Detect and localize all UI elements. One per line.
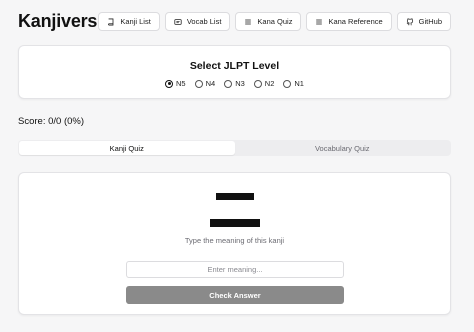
kana-reference-label: Kana Reference <box>328 17 383 26</box>
radio-option-n2[interactable]: N2 <box>253 79 275 88</box>
radio-label-n3: N3 <box>235 79 245 88</box>
quiz-tabs: Kanji Quiz Vocabulary Quiz <box>18 140 451 156</box>
kana-quiz-button[interactable]: Kana Quiz <box>235 12 302 31</box>
radio-label-n5: N5 <box>176 79 186 88</box>
radio-button-n2[interactable] <box>253 79 262 88</box>
jlpt-level-radio-group: N5 N4 N3 N2 N1 <box>19 79 450 88</box>
list-icon <box>315 18 323 26</box>
radio-button-n5[interactable] <box>165 79 174 88</box>
vocab-list-label: Vocab List <box>186 17 222 26</box>
book-icon <box>107 18 115 26</box>
github-icon <box>406 17 414 26</box>
brand-title: Kanjiverse <box>18 11 108 31</box>
kanji-list-label: Kanji List <box>120 17 151 26</box>
kana-reference-button[interactable]: Kana Reference <box>306 12 392 31</box>
radio-button-n1[interactable] <box>283 79 292 88</box>
github-label: GitHub <box>418 17 442 26</box>
kana-quiz-label: Kana Quiz <box>257 17 293 26</box>
kanji-stroke-bottom <box>209 219 260 227</box>
meaning-input[interactable] <box>126 261 344 278</box>
radio-option-n5[interactable]: N5 <box>165 79 186 88</box>
kanji-character: 二 <box>209 185 260 235</box>
vocab-card-icon <box>174 18 182 26</box>
radio-label-n1: N1 <box>294 79 304 88</box>
jlpt-level-card: Select JLPT Level N5 N4 N3 N2 N1 <box>18 45 451 99</box>
score-display: Score: 0/0 (0%) <box>18 116 84 127</box>
level-card-title: Select JLPT Level <box>189 60 280 72</box>
list-icon <box>244 18 252 26</box>
quiz-card: 二 Type the meaning of this kanji Check A… <box>18 172 451 315</box>
radio-button-n3[interactable] <box>224 79 233 88</box>
radio-option-n4[interactable]: N4 <box>194 79 216 88</box>
app-header: Kanjiverse Kanji List Vocab List Kana Qu… <box>0 0 474 44</box>
vocab-list-button[interactable]: Vocab List <box>164 12 231 31</box>
kanji-list-button[interactable]: Kanji List <box>98 12 160 31</box>
github-button[interactable]: GitHub <box>396 12 451 31</box>
tab-kanji-quiz[interactable]: Kanji Quiz <box>19 141 235 155</box>
quiz-prompt: Type the meaning of this kanji <box>184 236 285 245</box>
radio-button-n4[interactable] <box>194 79 203 88</box>
radio-option-n3[interactable]: N3 <box>224 79 245 88</box>
radio-option-n1[interactable]: N1 <box>283 79 304 88</box>
kanji-stroke-top <box>215 193 254 200</box>
tab-vocabulary-quiz[interactable]: Vocabulary Quiz <box>235 141 451 155</box>
check-answer-button[interactable]: Check Answer <box>126 286 344 304</box>
radio-label-n4: N4 <box>205 79 216 88</box>
top-nav: Kanji List Vocab List Kana Quiz Kana Ref… <box>98 12 451 31</box>
radio-label-n2: N2 <box>264 79 275 88</box>
